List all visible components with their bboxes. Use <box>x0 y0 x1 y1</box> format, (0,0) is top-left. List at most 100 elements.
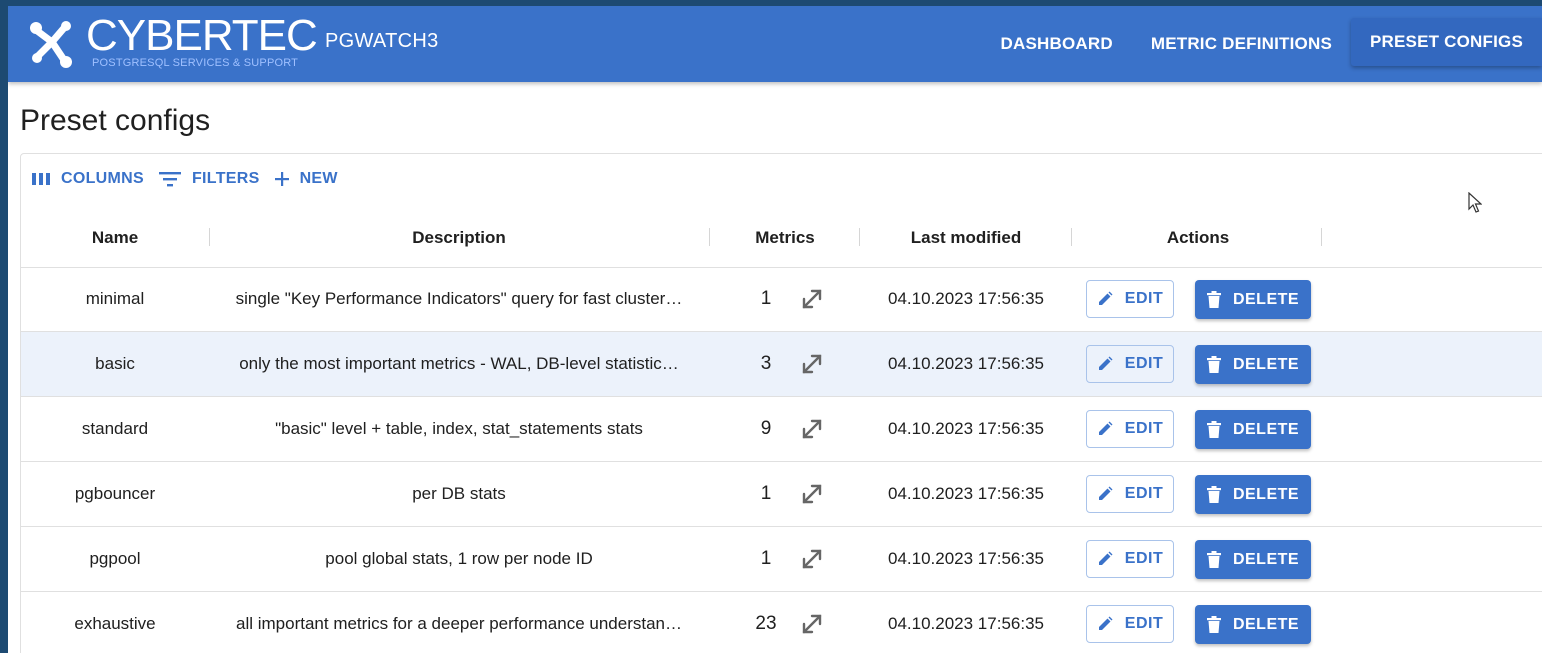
cell-name: minimal <box>85 289 145 308</box>
edit-button[interactable]: EDIT <box>1086 280 1174 318</box>
metrics-count: 1 <box>760 483 772 504</box>
delete-button[interactable]: DELETE <box>1195 605 1311 644</box>
delete-label: DELETE <box>1232 355 1300 373</box>
new-button[interactable]: NEW <box>274 170 338 188</box>
plus-icon <box>274 172 289 186</box>
edit-button[interactable]: EDIT <box>1086 540 1174 578</box>
trash-icon <box>1206 616 1221 633</box>
cell-name: basic <box>95 354 135 373</box>
table-row[interactable]: standard "basic" level + table, index, st… <box>21 397 1542 462</box>
columns-label: COLUMNS <box>61 170 144 187</box>
column-separator[interactable] <box>709 228 710 246</box>
metrics-count: 3 <box>760 353 772 374</box>
edit-button[interactable]: EDIT <box>1086 475 1174 513</box>
table-header: Name Description Metrics Last modified A… <box>21 208 1542 268</box>
cybertec-logo[interactable]: CYBERTEC POSTGRESQL SERVICES & SUPPORT <box>28 11 328 74</box>
cell-description: "basic" level + table, index, stat_state… <box>275 419 643 438</box>
app-window: CYBERTEC POSTGRESQL SERVICES & SUPPORT P… <box>8 6 1542 653</box>
trash-icon <box>1206 551 1221 568</box>
columns-icon <box>32 173 50 185</box>
table-row[interactable]: minimal single "Key Performance Indicator… <box>21 267 1542 332</box>
metrics-count: 23 <box>755 613 777 634</box>
cell-metrics: 1 <box>711 267 859 331</box>
cell-description: per DB stats <box>412 484 506 503</box>
edit-button[interactable]: EDIT <box>1086 605 1174 643</box>
delete-button[interactable]: DELETE <box>1195 475 1311 514</box>
pencil-icon <box>1098 551 1113 565</box>
edit-button[interactable]: EDIT <box>1086 410 1174 448</box>
expand-metrics-button[interactable] <box>799 351 825 377</box>
trash-icon <box>1206 486 1221 503</box>
column-separator[interactable] <box>209 228 210 246</box>
expand-icon <box>802 354 822 374</box>
header-last-modified[interactable]: Last modified <box>861 208 1071 267</box>
header-description[interactable]: Description <box>211 208 707 267</box>
page-title: Preset configs <box>20 104 211 137</box>
cell-metrics: 23 <box>711 592 859 653</box>
table-row[interactable]: exhaustive all important metrics for a de… <box>21 592 1542 653</box>
cell-description: only the most important metrics - WAL, D… <box>239 354 679 373</box>
expand-icon <box>802 484 822 504</box>
nav-preset-configs[interactable]: PRESET CONFIGS <box>1351 18 1542 66</box>
cybertec-logo-mark-icon <box>30 21 72 68</box>
cell-name: pgpool <box>89 549 141 568</box>
expand-metrics-button[interactable] <box>799 286 825 312</box>
trash-icon <box>1206 356 1221 373</box>
cell-name: exhaustive <box>74 614 156 633</box>
cell-actions: EDIT DELETE <box>1073 332 1323 396</box>
expand-metrics-button[interactable] <box>799 546 825 572</box>
cell-actions: EDIT DELETE <box>1073 267 1323 331</box>
edit-label: EDIT <box>1124 420 1164 437</box>
delete-button[interactable]: DELETE <box>1195 345 1311 384</box>
cell-description: pool global stats, 1 row per node ID <box>325 549 593 568</box>
cell-actions: EDIT DELETE <box>1073 397 1323 461</box>
expand-metrics-button[interactable] <box>799 481 825 507</box>
filter-icon <box>158 172 181 187</box>
nav-dashboard[interactable]: DASHBOARD <box>982 6 1132 82</box>
app-name: PGWATCH3 <box>325 30 439 52</box>
metrics-count: 1 <box>760 288 772 309</box>
table-row[interactable]: pgbouncer per DB stats 1 04.10.2023 17:56:3… <box>21 462 1542 527</box>
delete-button[interactable]: DELETE <box>1195 540 1311 579</box>
pencil-icon <box>1098 421 1113 435</box>
cell-name: pgbouncer <box>74 484 156 503</box>
edit-button[interactable]: EDIT <box>1086 345 1174 383</box>
expand-metrics-button[interactable] <box>799 416 825 442</box>
expand-icon <box>802 419 822 439</box>
column-separator[interactable] <box>1321 228 1322 246</box>
cell-last-modified: 04.10.2023 17:56:35 <box>888 289 1044 308</box>
expand-icon <box>802 549 822 569</box>
header-metrics[interactable]: Metrics <box>711 208 859 267</box>
delete-label: DELETE <box>1232 550 1300 568</box>
expand-metrics-button[interactable] <box>799 611 825 637</box>
delete-button[interactable]: DELETE <box>1195 410 1311 449</box>
edit-label: EDIT <box>1124 615 1164 632</box>
logo-wordmark: CYBERTEC <box>86 11 318 60</box>
cell-last-modified: 04.10.2023 17:56:35 <box>888 354 1044 373</box>
table-row[interactable]: pgpool pool global stats, 1 row per node … <box>21 527 1542 592</box>
columns-button[interactable]: COLUMNS <box>31 170 144 188</box>
column-separator[interactable] <box>859 228 860 246</box>
top-nav: DASHBOARD METRIC DEFINITIONS PRESET CONF… <box>982 6 1542 82</box>
delete-button[interactable]: DELETE <box>1195 280 1311 319</box>
cell-actions: EDIT DELETE <box>1073 592 1323 653</box>
delete-label: DELETE <box>1232 290 1300 308</box>
nav-metric-definitions[interactable]: METRIC DEFINITIONS <box>1132 6 1351 82</box>
app-bar: CYBERTEC POSTGRESQL SERVICES & SUPPORT P… <box>8 6 1542 82</box>
cell-metrics: 9 <box>711 397 859 461</box>
column-separator[interactable] <box>1071 228 1072 246</box>
data-grid: COLUMNS FILTERS NEW Name Description Met… <box>20 153 1542 653</box>
new-label: NEW <box>299 170 338 187</box>
cell-metrics: 1 <box>711 462 859 526</box>
edit-label: EDIT <box>1124 485 1164 502</box>
logo-tagline: POSTGRESQL SERVICES & SUPPORT <box>92 57 299 69</box>
metrics-count: 1 <box>760 548 772 569</box>
header-name[interactable]: Name <box>21 208 209 267</box>
trash-icon <box>1206 291 1221 308</box>
table-row[interactable]: basic only the most important metrics - W… <box>21 332 1542 397</box>
pencil-icon <box>1098 291 1113 305</box>
delete-label: DELETE <box>1232 485 1300 503</box>
filters-button[interactable]: FILTERS <box>158 170 260 188</box>
delete-label: DELETE <box>1232 615 1300 633</box>
delete-label: DELETE <box>1232 420 1300 438</box>
